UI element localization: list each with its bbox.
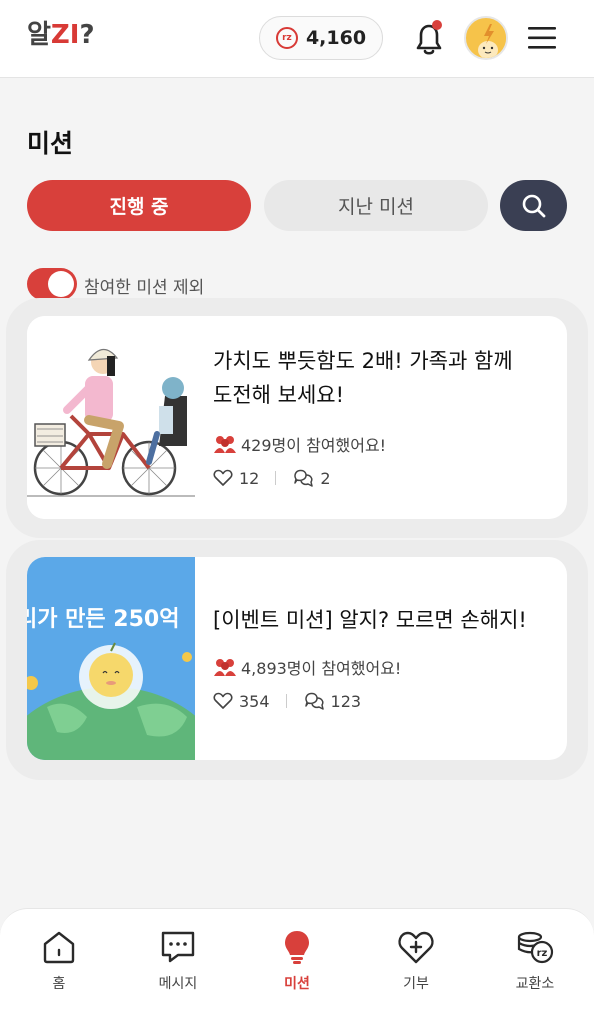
comment-count: 123 bbox=[330, 691, 362, 711]
comment-stat[interactable]: 123 bbox=[303, 691, 362, 711]
participants-count: 4,893명이 참여했어요! bbox=[241, 659, 402, 678]
comment-count: 2 bbox=[320, 468, 331, 488]
mission-title-line2: 도전해 보세요! bbox=[213, 383, 345, 407]
comment-icon bbox=[304, 692, 324, 710]
family-bicycle-illustration bbox=[27, 316, 195, 519]
heart-icon bbox=[213, 692, 233, 709]
nav-donation-label: 기부 bbox=[403, 976, 429, 992]
stat-divider bbox=[285, 694, 287, 708]
exclude-joined-toggle[interactable] bbox=[27, 268, 77, 300]
svg-text:rz: rz bbox=[537, 948, 548, 959]
profile-avatar[interactable] bbox=[464, 16, 508, 60]
people-icon bbox=[214, 659, 236, 676]
exclude-joined-label: 참여한 미션 제외 bbox=[84, 278, 205, 298]
nav-mission-label: 미션 bbox=[284, 976, 310, 992]
coin-stack-icon: rz bbox=[517, 931, 554, 964]
participants-row: 429명이 참여했어요! bbox=[213, 432, 386, 456]
notification-button[interactable] bbox=[410, 18, 448, 58]
app-header: 알ZI? rz 4,160 bbox=[0, 0, 594, 78]
comment-stat[interactable]: 2 bbox=[292, 468, 331, 488]
comment-icon bbox=[294, 469, 314, 487]
stat-divider bbox=[275, 471, 277, 485]
nav-exchange[interactable]: rz 교환소 bbox=[480, 927, 590, 1007]
event-banner-text: 리가 만든 250억 bbox=[27, 607, 180, 632]
menu-button[interactable] bbox=[526, 24, 558, 52]
mission-title: 가치도 뿌듯함도 2배! 가족과 함께 도전해 보세요! bbox=[213, 344, 553, 412]
rz-coin-icon: rz bbox=[275, 27, 298, 49]
mission-title-line1: [이벤트 미션] 알지? 모르면 손해지! bbox=[213, 608, 527, 632]
page-title: 미션 bbox=[27, 129, 74, 158]
search-icon bbox=[522, 194, 545, 217]
like-count: 354 bbox=[239, 691, 270, 711]
nav-donation[interactable]: 기부 bbox=[361, 927, 471, 1007]
mission-thumbnail bbox=[27, 316, 195, 519]
nav-home[interactable]: 홈 bbox=[4, 927, 114, 1007]
points-balance-button[interactable]: rz 4,160 bbox=[259, 16, 383, 60]
like-stat[interactable]: 354 bbox=[213, 692, 270, 711]
nav-messages-label: 메시지 bbox=[158, 976, 198, 992]
mission-card[interactable]: 리가 만든 250억 [이벤트 미션] 알지? 모르면 손해지! 4,893명이… bbox=[27, 557, 567, 760]
nav-home-label: 홈 bbox=[52, 976, 66, 992]
message-icon bbox=[161, 931, 195, 963]
mission-thumbnail: 리가 만든 250억 bbox=[27, 557, 195, 760]
hamburger-icon bbox=[528, 27, 556, 49]
nav-exchange-label: 교환소 bbox=[515, 976, 555, 992]
heart-icon bbox=[213, 469, 233, 486]
logo-part-a: 알 bbox=[27, 20, 51, 50]
logo-part-z: ZI bbox=[50, 20, 80, 50]
lightbulb-icon bbox=[285, 931, 309, 964]
participants-row: 4,893명이 참여했어요! bbox=[213, 655, 401, 679]
app-logo[interactable]: 알ZI? bbox=[27, 14, 95, 51]
bell-icon bbox=[416, 20, 442, 55]
bottom-navigation: 홈 메시지 미션 기부 rz 교환소 bbox=[0, 908, 594, 1024]
points-value: 4,160 bbox=[305, 27, 367, 49]
mission-stats: 354 123 bbox=[213, 691, 361, 711]
participants-count: 429명이 참여했어요! bbox=[241, 436, 387, 455]
heart-plus-icon bbox=[398, 931, 434, 964]
toggle-knob bbox=[48, 271, 74, 297]
nav-messages[interactable]: 메시지 bbox=[123, 927, 233, 1007]
logo-part-q: ? bbox=[79, 20, 95, 50]
mission-title: [이벤트 미션] 알지? 모르면 손해지! bbox=[213, 603, 553, 637]
event-banner-illustration bbox=[27, 557, 195, 760]
mission-card[interactable]: 가치도 뿌듯함도 2배! 가족과 함께 도전해 보세요! 429명이 참여했어요… bbox=[27, 316, 567, 519]
nav-mission[interactable]: 미션 bbox=[242, 927, 352, 1007]
mission-stats: 12 2 bbox=[213, 468, 331, 488]
home-icon bbox=[43, 931, 75, 964]
search-button[interactable] bbox=[500, 180, 567, 231]
character-face-icon bbox=[468, 20, 506, 58]
people-icon bbox=[214, 436, 236, 453]
tab-past-missions[interactable]: 지난 미션 bbox=[264, 180, 488, 231]
like-stat[interactable]: 12 bbox=[213, 469, 259, 488]
like-count: 12 bbox=[239, 468, 260, 488]
mission-title-line1: 가치도 뿌듯함도 2배! 가족과 함께 bbox=[213, 349, 513, 373]
tab-in-progress[interactable]: 진행 중 bbox=[27, 180, 251, 231]
